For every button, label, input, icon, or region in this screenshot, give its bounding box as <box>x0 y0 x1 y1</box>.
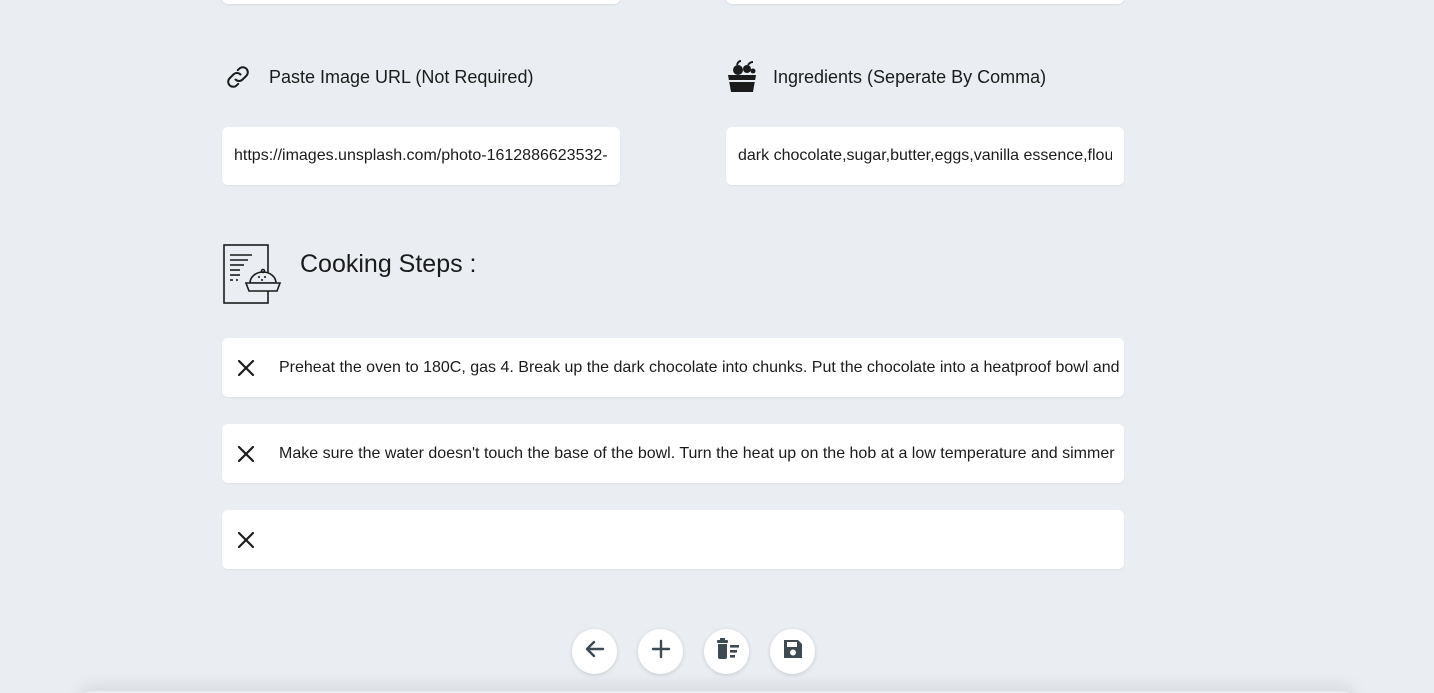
image-url-label: Paste Image URL (Not Required) <box>269 66 534 87</box>
cooking-step-row <box>222 338 1124 397</box>
image-url-input[interactable] <box>222 127 620 185</box>
cooking-step-input[interactable] <box>270 424 1124 483</box>
ingredients-input[interactable] <box>726 127 1124 185</box>
delete-sweep-icon <box>713 637 741 666</box>
cooking-steps-header: Cooking Steps : <box>222 243 477 305</box>
plus-icon <box>650 638 672 665</box>
add-step-button[interactable] <box>638 629 683 674</box>
image-url-header: Paste Image URL (Not Required) <box>222 58 533 96</box>
save-icon <box>781 637 805 666</box>
cooking-step-input[interactable] <box>270 338 1124 397</box>
close-icon[interactable] <box>222 510 270 569</box>
cooking-step-input[interactable] <box>270 510 1124 569</box>
previous-input-right[interactable] <box>726 0 1124 4</box>
save-button[interactable] <box>770 629 815 674</box>
arrow-left-icon <box>583 637 607 666</box>
close-icon[interactable] <box>222 424 270 483</box>
ingredients-label: Ingredients (Seperate By Comma) <box>773 66 1047 87</box>
link-icon <box>222 59 254 95</box>
clear-button[interactable] <box>704 629 749 674</box>
previous-input-left[interactable] <box>222 0 620 4</box>
ingredients-basket-icon <box>726 59 758 95</box>
close-icon[interactable] <box>222 338 270 397</box>
recipe-steps-icon <box>222 243 284 305</box>
cooking-steps-title: Cooking Steps : <box>300 249 477 278</box>
ingredients-header: Ingredients (Seperate By Comma) <box>726 58 1046 96</box>
cooking-step-row <box>222 510 1124 569</box>
action-bar <box>572 629 815 674</box>
back-button[interactable] <box>572 629 617 674</box>
cooking-step-row <box>222 424 1124 483</box>
recipe-editor-page: Paste Image URL (Not Required) Ingredien… <box>0 0 1434 693</box>
